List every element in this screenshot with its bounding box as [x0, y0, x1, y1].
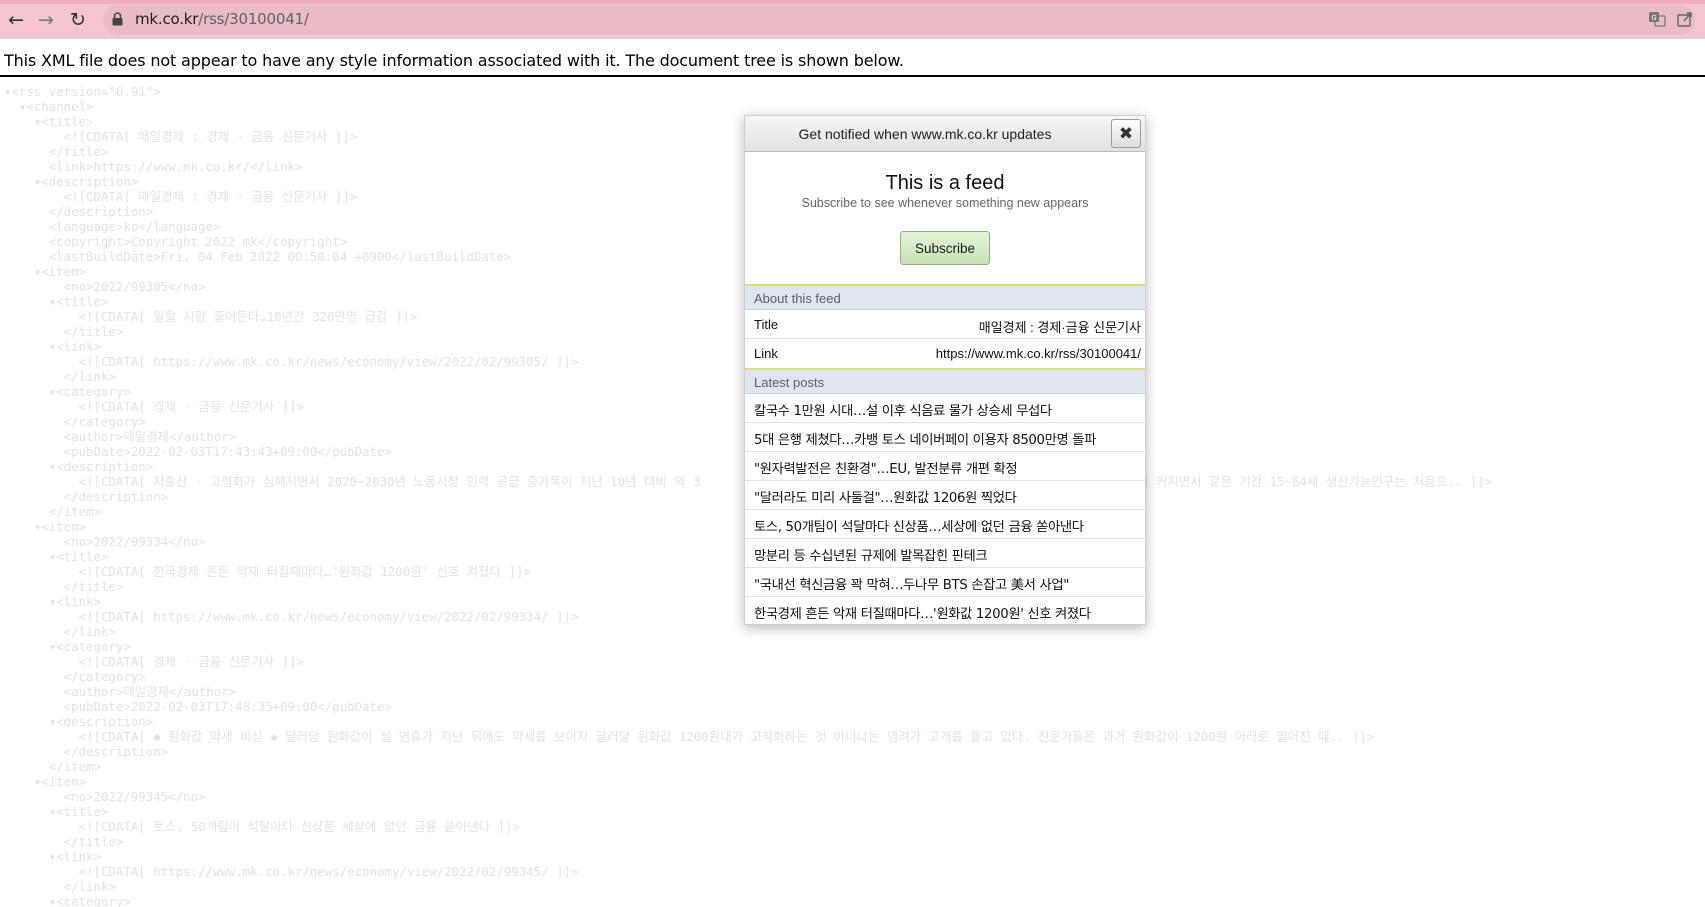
xml-tree-line: <no>2022/99305</no> [4, 279, 206, 294]
xml-tree-line: <![CDATA[ 경제 · 금융 신문기사 ]]> [4, 654, 305, 669]
about-feed-heading: About this feed [745, 286, 1145, 310]
feed-subscribe-popup: Get notified when www.mk.co.kr updates ✖… [744, 115, 1146, 625]
latest-post-item[interactable]: 5대 은행 제쳤다…카뱅 토스 네이버페이 이용자 8500만명 돌파 [745, 423, 1145, 452]
xml-tree-line: <![CDATA[ https://www.mk.co.kr/news/econ… [4, 609, 579, 624]
subscribe-button[interactable]: Subscribe [900, 231, 990, 265]
xml-tree-line: ▾<title> [4, 549, 109, 564]
xml-tree-line: ▾<category> [4, 639, 131, 654]
xml-tree-line: <![CDATA[ 한국경제 흔든 악재 터질때마다…'원화값 1200원' 신… [4, 564, 531, 579]
address-bar[interactable] [103, 5, 1695, 35]
xml-tree-line: ▾<category> [4, 384, 131, 399]
xml-tree-line: </title> [4, 579, 124, 594]
back-icon[interactable]: ← [4, 8, 28, 32]
xml-tree-line: ▾<title> [4, 804, 109, 819]
latest-post-item[interactable]: 토스, 50개팀이 석달마다 신상품…세상에 없던 금융 쏟아낸다 [745, 510, 1145, 539]
xml-tree-line: </title> [4, 834, 124, 849]
xml-tree-line: ▾<title> [4, 114, 94, 129]
xml-tree-line: <![CDATA[ 토스, 50개팀이 석달마다 신상품 세상에 없던 금융 쏟… [4, 819, 520, 834]
feed-subtitle: Subscribe to see whenever something new … [801, 196, 1089, 210]
xml-tree-line: <![CDATA[ 경제 · 금융 신문기사 ]]> [4, 399, 305, 414]
close-icon[interactable]: ✖ [1111, 119, 1141, 148]
xml-tree-line: ▾<rss version="0.91"> [4, 84, 161, 99]
xml-tree-line: </link> [4, 879, 116, 894]
share-icon[interactable] [1676, 10, 1694, 28]
xml-tree-line: ▾<item> [4, 519, 87, 534]
svg-text:G: G [1651, 14, 1656, 22]
xml-tree-line: <![CDATA[ ◆ 원화값 약세 비상 ◆ 달러당 원화값이 설 연휴가 지… [4, 729, 1375, 744]
info-row-title: Title 매일경제 : 경제·금융 신문기사 [745, 310, 1145, 339]
xml-tree-line: ▾<item> [4, 774, 87, 789]
xml-tree-line: ▾<item> [4, 264, 87, 279]
xml-tree-line: </title> [4, 144, 109, 159]
info-key: Title [754, 317, 779, 332]
forward-icon[interactable]: → [34, 8, 58, 32]
xml-tree-line: ▾<description> [4, 459, 154, 474]
latest-post-item[interactable]: "원자력발전은 친환경"…EU, 발전분류 개편 확정 [745, 452, 1145, 481]
xml-tree-line: <lastBuildDate>Fri, 04 Feb 2022 00:50:04… [4, 249, 512, 264]
popup-header-title: Get notified when www.mk.co.kr updates [798, 126, 1052, 142]
translate-icon[interactable]: G [1648, 10, 1666, 28]
url-path: /rss/30100041/ [198, 10, 309, 28]
xml-tree-line: ▾<title> [4, 294, 109, 309]
xml-tree-line: <pubDate>2022-02-03T17:48:35+09:00</pubD… [4, 699, 392, 714]
xml-tree-line: <![CDATA[ https://www.mk.co.kr/news/econ… [4, 864, 579, 879]
xml-tree-line: </title> [4, 324, 124, 339]
xml-tree-line: </category> [4, 414, 146, 429]
xml-tree-line: <pubDate>2022-02-03T17:43:43+09:00</pubD… [4, 444, 392, 459]
info-key: Link [754, 346, 778, 361]
xml-tree-line: </category> [4, 669, 146, 684]
latest-post-item[interactable]: 망분리 등 수십년된 규제에 발목잡힌 핀테크 [745, 539, 1145, 568]
info-row-link: Link https://www.mk.co.kr/rss/30100041/ [745, 339, 1145, 368]
xml-tree-line: <![CDATA[ 일할 사람 줄어든다…10년간 320만명 급감 ]]> [4, 309, 418, 324]
info-value: 매일경제 : 경제·금융 신문기사 [978, 320, 1141, 335]
latest-post-item[interactable]: 한국경제 흔든 악재 터질때마다…'원화값 1200원' 신호 켜졌다 [745, 597, 1145, 626]
browser-toolbar: ← → ↻ mk.co.kr/rss/30100041/ G [0, 0, 1705, 39]
xml-notice-text: This XML file does not appear to have an… [4, 51, 904, 70]
xml-tree-line: ▾<channel> [4, 99, 94, 114]
latest-post-item[interactable]: "달러라도 미리 사둘걸"…원화값 1206원 찍었다 [745, 481, 1145, 510]
feed-title: This is a feed [885, 172, 1005, 194]
tab-strip-accent [0, 0, 1705, 4]
xml-tree-line: ▾<link> [4, 594, 101, 609]
xml-tree-line: ▾<description> [4, 714, 154, 729]
xml-tree-line: <![CDATA[ https://www.mk.co.kr/news/econ… [4, 354, 579, 369]
xml-tree-line: <no>2022/99334</no> [4, 534, 206, 549]
xml-tree-line: </item> [4, 759, 101, 774]
xml-tree-line: </description> [4, 744, 169, 759]
xml-tree-line: <![CDATA[ 매일경제 : 경제 · 금융 신문기사 ]]> [4, 129, 358, 144]
xml-tree-line: </link> [4, 369, 116, 384]
lock-icon[interactable] [112, 12, 123, 26]
url-host: mk.co.kr [135, 10, 199, 28]
xml-tree-line: </description> [4, 489, 169, 504]
xml-tree-line: ▾<link> [4, 339, 101, 354]
xml-tree-line: <![CDATA[ 매일경제 : 경제 · 금융 신문기사 ]]> [4, 189, 358, 204]
xml-tree-line: </description> [4, 204, 154, 219]
xml-tree-line: ▾<link> [4, 849, 101, 864]
xml-tree-line: </item> [4, 504, 101, 519]
reload-icon[interactable]: ↻ [66, 8, 90, 32]
xml-tree-line: </link> [4, 624, 116, 639]
info-value[interactable]: https://www.mk.co.kr/rss/30100041/ [936, 346, 1141, 361]
xml-tree-line: <copyright>Copyright 2022 mk</copyright> [4, 234, 348, 249]
xml-tree-line: <author>매일경제</author> [4, 684, 237, 699]
xml-tree-line: ▾<category> [4, 894, 131, 907]
url-text[interactable]: mk.co.kr/rss/30100041/ [135, 10, 309, 28]
popup-header: Get notified when www.mk.co.kr updates ✖ [745, 116, 1145, 152]
xml-tree-line: <author>매일경제</author> [4, 429, 237, 444]
latest-post-item[interactable]: "국내선 혁신금융 꽉 막혀…두나무 BTS 손잡고 美서 사업" [745, 568, 1145, 597]
xml-tree-line: <no>2022/99345</no> [4, 789, 206, 804]
xml-tree-line: ▾<description> [4, 174, 139, 189]
xml-tree-line: <language>ko</language> [4, 219, 221, 234]
xml-tree-line: <link>https://www.mk.co.kr/</link> [4, 159, 303, 174]
xml-style-notice: This XML file does not appear to have an… [0, 39, 1705, 77]
latest-posts-heading: Latest posts [745, 370, 1145, 394]
latest-post-item[interactable]: 칼국수 1만원 시대…설 이후 식음료 물가 상승세 무섭다 [745, 394, 1145, 423]
